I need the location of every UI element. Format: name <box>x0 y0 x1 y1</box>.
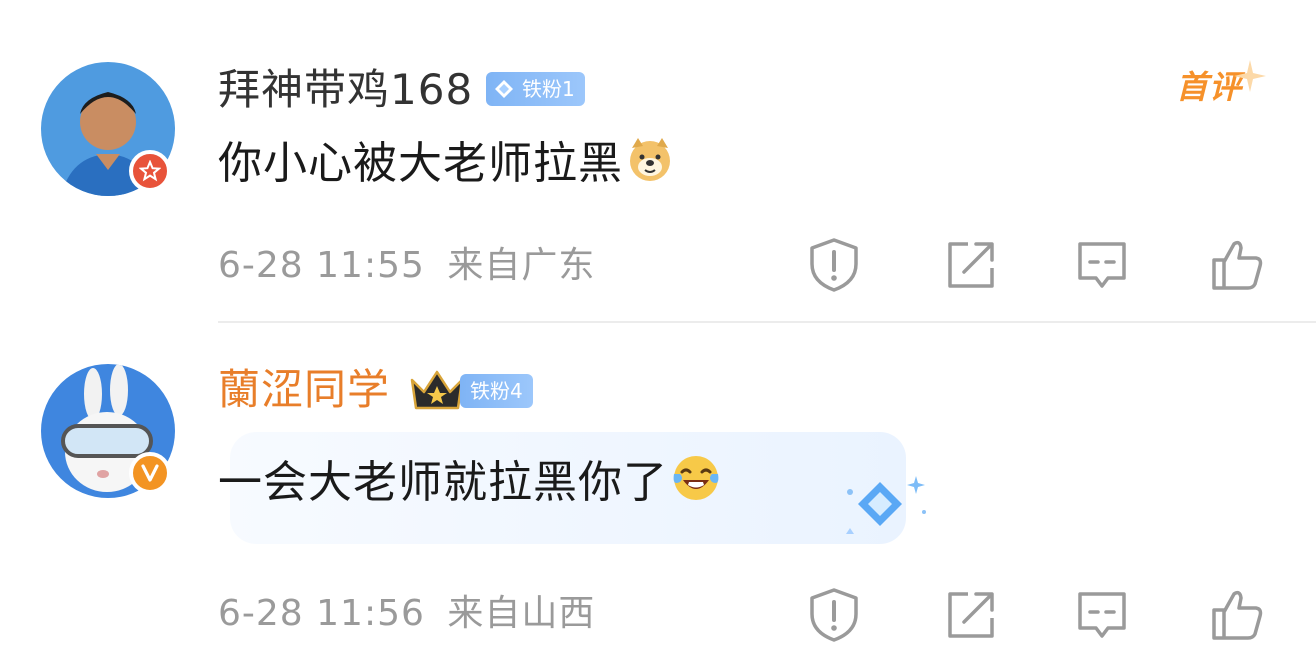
comment-item: 拜神带鸡168 铁粉1 首评 你小心被大老师拉黑 6-28 11:55 来自广东 <box>0 0 1316 322</box>
like-icon <box>1212 590 1263 640</box>
fan-badge: 铁粉4 <box>460 374 533 408</box>
diamond-decoration-icon <box>846 476 926 534</box>
comment-text: 一会大老师就拉黑你了 <box>218 452 722 518</box>
verified-badge-icon <box>129 150 171 192</box>
comment-meta: 6-28 11:56 来自山西 <box>218 592 595 636</box>
report-button[interactable] <box>804 584 864 644</box>
comment-time: 6-28 11:55 <box>218 245 425 286</box>
report-icon <box>810 588 858 642</box>
laugh-cry-emoji-icon <box>670 452 722 518</box>
fan-badge-label: 铁粉1 <box>522 77 575 101</box>
username[interactable]: 蘭涩同学 <box>218 364 390 416</box>
like-icon <box>1212 240 1263 290</box>
comment-text-content: 你小心被大老师拉黑 <box>218 138 623 189</box>
repost-button[interactable] <box>940 584 1000 644</box>
verified-badge-icon <box>129 452 171 494</box>
reply-button[interactable] <box>1072 584 1132 644</box>
comment-item: 蘭涩同学 铁粉4 一会大老师就拉黑你了 6-28 11:56 来自山西 <box>0 322 1316 669</box>
repost-icon <box>948 242 994 288</box>
comment-time: 6-28 11:56 <box>218 593 425 634</box>
repost-button[interactable] <box>940 234 1000 294</box>
comment-text-content: 一会大老师就拉黑你了 <box>218 457 668 508</box>
repost-icon <box>948 592 994 638</box>
comment-location: 来自山西 <box>447 593 596 634</box>
fan-badge: 铁粉1 <box>486 72 585 106</box>
report-icon <box>810 238 858 292</box>
reply-icon <box>1078 242 1126 288</box>
comment-location: 来自广东 <box>447 245 596 286</box>
reply-button[interactable] <box>1072 234 1132 294</box>
fan-badge-label: 铁粉4 <box>470 379 523 403</box>
comment-meta: 6-28 11:55 来自广东 <box>218 244 595 288</box>
comment-text: 你小心被大老师拉黑 <box>218 134 675 198</box>
doge-emoji-icon <box>625 134 675 198</box>
diamond-icon <box>495 80 513 98</box>
like-button[interactable] <box>1206 234 1266 294</box>
username[interactable]: 拜神带鸡168 <box>218 64 473 116</box>
sparkle-icon <box>1234 60 1266 92</box>
like-button[interactable] <box>1206 584 1266 644</box>
crown-icon <box>410 370 464 410</box>
report-button[interactable] <box>804 234 864 294</box>
reply-icon <box>1078 592 1126 638</box>
